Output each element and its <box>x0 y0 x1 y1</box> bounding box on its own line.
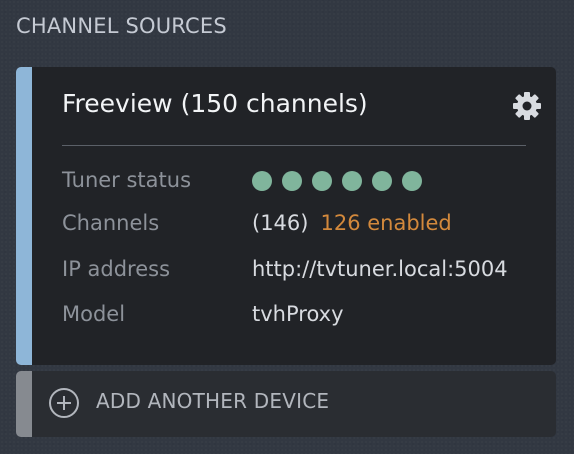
tuner-status-indicators <box>252 171 422 191</box>
tuner-status-dot <box>372 171 392 191</box>
channels-count: (146) <box>252 211 309 235</box>
model-value: tvhProxy <box>252 302 344 326</box>
tuner-status-dot <box>312 171 332 191</box>
add-device-label: ADD ANOTHER DEVICE <box>96 389 330 413</box>
tuner-status-dot <box>342 171 362 191</box>
tuner-status-dot <box>252 171 272 191</box>
ip-address-label: IP address <box>62 257 171 281</box>
channels-label: Channels <box>62 211 160 235</box>
plus-circle-icon <box>49 388 79 418</box>
tuner-status-dot <box>402 171 422 191</box>
channels-enabled: 126 enabled <box>320 211 452 235</box>
section-title: CHANNEL SOURCES <box>16 14 227 38</box>
channels-value: (146) 126 enabled <box>252 208 452 238</box>
model-label: Model <box>62 302 126 326</box>
gear-icon[interactable] <box>512 91 542 121</box>
divider <box>62 145 526 146</box>
ip-address-value: http://tvtuner.local:5004 <box>252 257 508 281</box>
tuner-status-label: Tuner status <box>62 168 192 192</box>
tuner-status-dot <box>282 171 302 191</box>
device-card: Freeview (150 channels) Tuner status Cha… <box>16 67 556 365</box>
add-device-button[interactable]: ADD ANOTHER DEVICE <box>16 371 556 437</box>
device-title: Freeview (150 channels) <box>62 89 368 118</box>
